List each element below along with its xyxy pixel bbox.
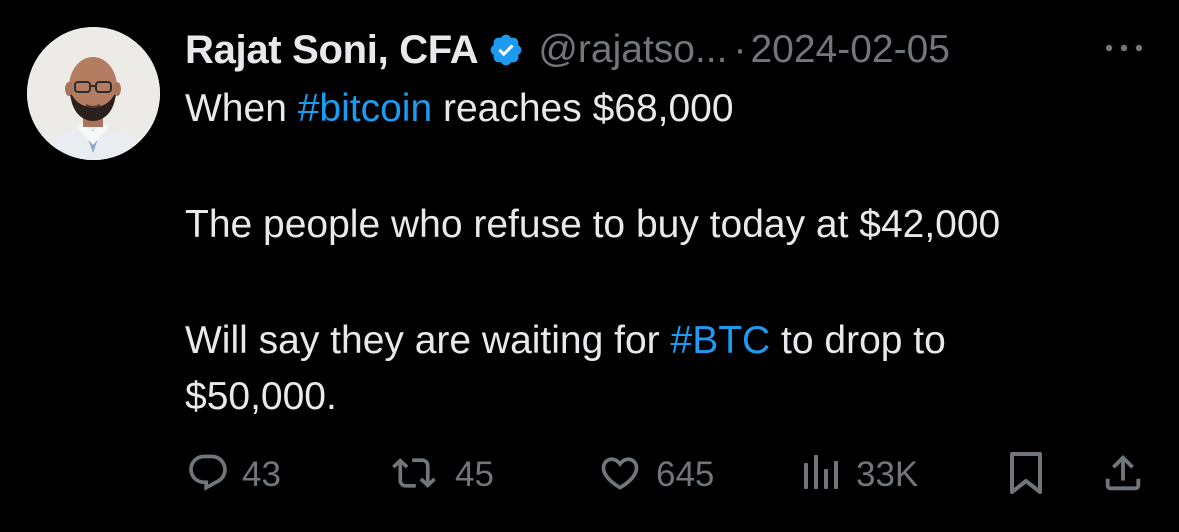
repost-count: 45: [455, 455, 494, 494]
repost-button[interactable]: 45: [385, 445, 494, 505]
verified-badge-icon[interactable]: [488, 32, 524, 68]
tweet-text-line: $50,000.: [185, 375, 337, 418]
tweet-text-line: When #bitcoin reaches $68,000: [185, 81, 734, 137]
more-icon[interactable]: [1102, 38, 1146, 58]
avatar[interactable]: [27, 27, 160, 160]
hashtag-link[interactable]: #BTC: [671, 319, 771, 362]
like-button[interactable]: 645: [596, 445, 714, 505]
tweet-header: Rajat Soni, CFA @rajatso... · 2024-02-05: [185, 22, 950, 78]
heart-icon: [596, 451, 644, 500]
tweet[interactable]: Rajat Soni, CFA @rajatso... · 2024-02-05…: [0, 0, 1179, 532]
views-button[interactable]: 33K: [800, 445, 918, 505]
author-handle[interactable]: @rajatso...: [538, 28, 727, 72]
reply-icon: [186, 451, 230, 500]
hashtag-link[interactable]: #bitcoin: [298, 87, 432, 130]
views-count: 33K: [856, 455, 919, 494]
tweet-date[interactable]: 2024-02-05: [750, 28, 950, 72]
share-icon: [1100, 450, 1146, 501]
repost-icon: [385, 451, 443, 500]
reply-button[interactable]: 43: [186, 445, 281, 505]
author-display-name[interactable]: Rajat Soni, CFA: [185, 28, 479, 73]
bookmark-icon: [1006, 450, 1046, 501]
text-segment: reaches $68,000: [432, 87, 734, 130]
share-button[interactable]: [1100, 445, 1146, 505]
reply-count: 43: [242, 455, 281, 494]
tweet-text-line: Will say they are waiting for #BTC to dr…: [185, 313, 946, 369]
bookmark-button[interactable]: [1006, 445, 1046, 505]
views-icon: [800, 451, 844, 500]
action-bar: 43 45 645 33K: [0, 445, 1179, 505]
tweet-text-line: The people who refuse to buy today at $4…: [185, 203, 1001, 246]
like-count: 645: [656, 455, 715, 494]
separator-dot: ·: [733, 28, 747, 71]
text-segment: When: [185, 87, 298, 130]
text-segment: Will say they are waiting for: [185, 319, 671, 362]
text-segment: to drop to: [770, 319, 946, 362]
